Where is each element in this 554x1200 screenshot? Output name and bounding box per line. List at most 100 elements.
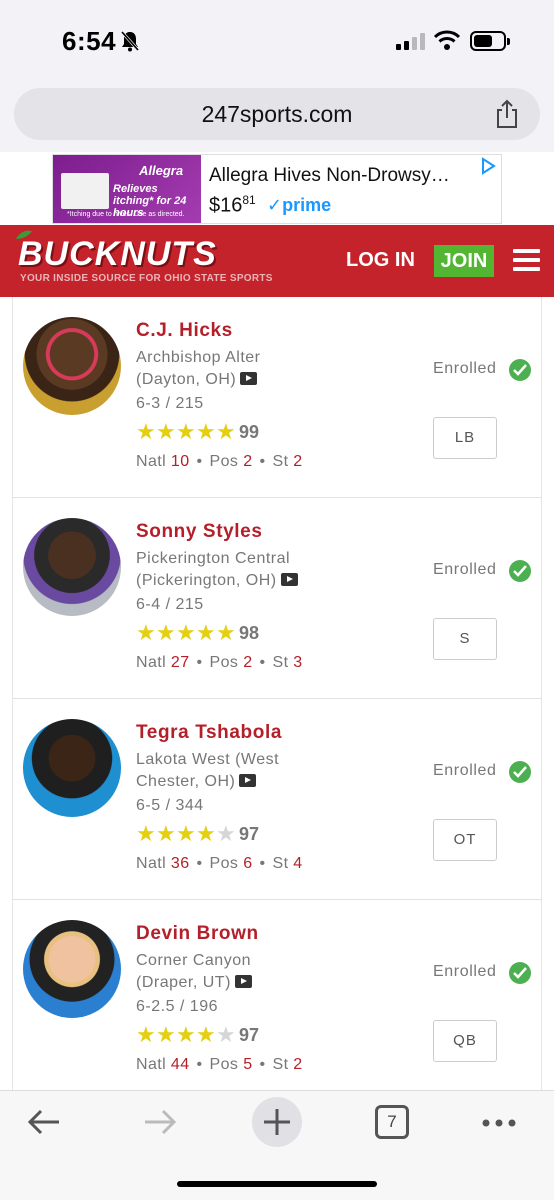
star-filled-icon: ★ (156, 821, 176, 846)
ad-banner[interactable]: Allegra Relieves itching* for 24 hours *… (52, 154, 502, 224)
checkmark-icon (509, 761, 531, 783)
site-header: BUCKNUTS YOUR INSIDE SOURCE FOR OHIO STA… (0, 225, 554, 297)
player-measurables: 6-4 / 215 (136, 596, 204, 613)
battery-icon (470, 31, 510, 51)
state-rank: 2 (293, 1056, 303, 1073)
star-filled-icon: ★ (156, 1022, 176, 1047)
star-empty-icon: ★ (216, 1022, 236, 1047)
star-filled-icon: ★ (196, 821, 216, 846)
player-name[interactable]: C.J. Hicks (136, 320, 233, 342)
star-filled-icon: ★ (196, 620, 216, 645)
video-icon[interactable] (280, 573, 298, 586)
player-school: Pickerington Central (Pickerington, OH) (136, 548, 336, 592)
site-logo[interactable]: BUCKNUTS (18, 235, 217, 274)
prime-badge: ✓prime (267, 195, 332, 215)
player-row[interactable]: C.J. Hicks Archbishop Alter (Dayton, OH) 6-… (13, 297, 541, 498)
star-rating: ★ ★ ★ ★ ★ 99 (136, 421, 259, 443)
star-filled-icon: ★ (196, 1022, 216, 1047)
enrollment-status: Enrolled (433, 360, 497, 377)
player-measurables: 6-2.5 / 196 (136, 998, 218, 1015)
star-empty-icon: ★ (216, 821, 236, 846)
new-tab-button[interactable] (252, 1097, 302, 1147)
player-photo[interactable] (23, 920, 121, 1018)
star-filled-icon: ★ (176, 419, 196, 444)
video-icon[interactable] (239, 774, 257, 787)
state-rank: 2 (293, 453, 303, 470)
login-link[interactable]: LOG IN (346, 249, 415, 272)
player-row[interactable]: Sonny Styles Pickerington Central (Pickeri… (13, 498, 541, 699)
tab-count-button[interactable]: 7 (375, 1105, 409, 1139)
star-rating: ★ ★ ★ ★ ★ 98 (136, 622, 259, 644)
state-rank: 4 (293, 855, 303, 872)
wifi-icon (434, 30, 460, 50)
player-rankings: Natl 27 • Pos 2 • St 3 (136, 654, 303, 671)
position-badge[interactable]: LB (433, 417, 497, 459)
ad-price: $1681 (209, 193, 256, 217)
back-arrow-icon[interactable] (26, 1107, 62, 1137)
natl-rank: 36 (170, 855, 190, 872)
star-rating: ★ ★ ★ ★ ★ 97 (136, 1024, 259, 1046)
status-bar: 6:54 (0, 0, 554, 80)
url-text[interactable]: 247sports.com (14, 101, 540, 128)
star-filled-icon: ★ (136, 821, 156, 846)
player-rating: 98 (239, 622, 260, 643)
share-icon[interactable] (494, 99, 520, 129)
player-photo[interactable] (23, 317, 121, 415)
star-filled-icon: ★ (196, 419, 216, 444)
forward-arrow-icon[interactable] (142, 1107, 178, 1137)
player-rating: 97 (239, 1024, 260, 1045)
ad-brand: Allegra (139, 163, 184, 178)
product-box (61, 173, 109, 209)
natl-rank: 27 (170, 654, 190, 671)
web-page: Allegra Relieves itching* for 24 hours *… (0, 152, 554, 1090)
player-rankings: Natl 44 • Pos 5 • St 2 (136, 1056, 303, 1073)
natl-rank: 44 (170, 1056, 190, 1073)
star-filled-icon: ★ (216, 419, 236, 444)
player-row[interactable]: Devin Brown Corner Canyon (Draper, UT) 6-2.… (13, 900, 541, 1090)
enrollment-status: Enrolled (433, 561, 497, 578)
player-photo[interactable] (23, 518, 121, 616)
player-row[interactable]: Tegra Tshabola Lakota West (West Chester, … (13, 699, 541, 900)
checkmark-icon (509, 560, 531, 582)
player-rankings: Natl 36 • Pos 6 • St 4 (136, 855, 303, 872)
position-badge[interactable]: S (433, 618, 497, 660)
checkmark-icon (509, 962, 531, 984)
address-bar[interactable]: 247sports.com (14, 88, 540, 140)
enrollment-status: Enrolled (433, 762, 497, 779)
adchoices-icon[interactable] (479, 157, 497, 175)
bell-slash-icon (120, 31, 140, 52)
star-filled-icon: ★ (176, 821, 196, 846)
player-name[interactable]: Sonny Styles (136, 521, 263, 543)
position-badge[interactable]: OT (433, 819, 497, 861)
pos-rank: 2 (243, 654, 253, 671)
hamburger-menu-icon[interactable] (513, 249, 540, 271)
player-measurables: 6-5 / 344 (136, 797, 204, 814)
player-photo[interactable] (23, 719, 121, 817)
star-rating: ★ ★ ★ ★ ★ 97 (136, 823, 259, 845)
player-school: Lakota West (West Chester, OH) (136, 751, 280, 790)
player-rating: 97 (239, 823, 260, 844)
pos-rank: 5 (243, 1056, 253, 1073)
cellular-signal-icon (396, 32, 425, 50)
browser-toolbar: 7 (0, 1090, 554, 1200)
star-filled-icon: ★ (136, 620, 156, 645)
position-badge[interactable]: QB (433, 1020, 497, 1062)
star-filled-icon: ★ (176, 1022, 196, 1047)
player-name[interactable]: Devin Brown (136, 923, 259, 945)
player-school: Archbishop Alter (Dayton, OH) (136, 349, 261, 388)
site-tagline: YOUR INSIDE SOURCE FOR OHIO STATE SPORTS (20, 273, 273, 284)
video-icon[interactable] (240, 372, 258, 385)
join-button[interactable]: JOIN (434, 245, 494, 277)
star-filled-icon: ★ (156, 620, 176, 645)
player-name[interactable]: Tegra Tshabola (136, 722, 282, 744)
more-options-icon[interactable] (482, 1119, 516, 1127)
star-filled-icon: ★ (136, 419, 156, 444)
ad-image[interactable]: Allegra Relieves itching* for 24 hours *… (53, 155, 201, 223)
player-measurables: 6-3 / 215 (136, 395, 204, 412)
enrollment-status: Enrolled (433, 963, 497, 980)
plus-icon (264, 1109, 290, 1135)
player-list: C.J. Hicks Archbishop Alter (Dayton, OH) 6-… (12, 297, 542, 1090)
player-school: Corner Canyon (Draper, UT) (136, 952, 252, 991)
ad-title[interactable]: Allegra Hives Non-Drowsy… (209, 165, 450, 187)
video-icon[interactable] (234, 975, 252, 988)
